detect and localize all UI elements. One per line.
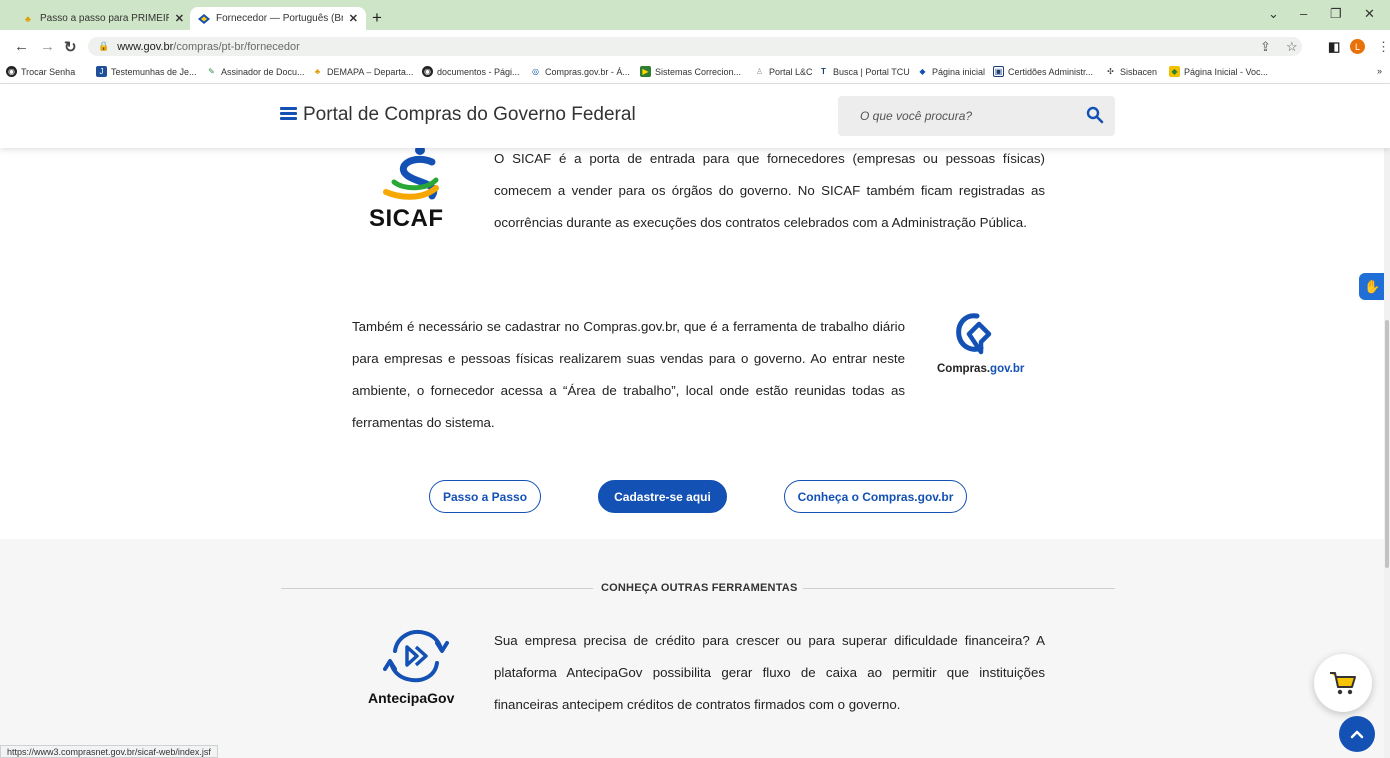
- bookmark-item[interactable]: ◆ Página inicial: [917, 66, 985, 77]
- status-bar-url: https://www3.comprasnet.gov.br/sicaf-web…: [0, 745, 218, 758]
- section-title: CONHEÇA OUTRAS FERRAMENTAS: [601, 582, 798, 594]
- tab-search-chevron-icon[interactable]: ⌄: [1268, 6, 1279, 22]
- bookmark-item[interactable]: ◉ Trocar Senha: [6, 66, 75, 77]
- signature-icon: ✎: [208, 67, 215, 76]
- compras-gov-logo-icon: [956, 313, 992, 355]
- profile-avatar[interactable]: L: [1350, 39, 1365, 54]
- gov-favicon-icon: [198, 13, 210, 25]
- tab-title: Fornecedor — Português (Brasil): [216, 13, 343, 24]
- tcu-icon: T: [821, 67, 826, 76]
- section-divider-left: [281, 588, 593, 589]
- restore-icon[interactable]: ❐: [1330, 6, 1342, 22]
- close-tab-icon[interactable]: ✕: [175, 12, 184, 25]
- section-divider-right: [803, 588, 1115, 589]
- antecipagov-description: Sua empresa precisa de crédito para cres…: [494, 633, 1045, 712]
- kebab-menu-icon[interactable]: ⋮: [1377, 39, 1390, 55]
- reload-icon[interactable]: ↻: [64, 38, 77, 56]
- hamburger-menu-icon[interactable]: [280, 107, 297, 121]
- passo-a-passo-button[interactable]: Passo a Passo: [429, 480, 541, 513]
- bookmark-item[interactable]: ♣ DEMAPA – Departa...: [312, 66, 414, 77]
- bookmark-item[interactable]: ▶ Sistemas Correcion...: [640, 66, 741, 77]
- bookmark-item[interactable]: ◎ Compras.gov.br - Á...: [530, 66, 630, 77]
- address-bar-row: ← → ↻ 🔒 www.gov.br/compras/pt-br/fornece…: [0, 30, 1390, 62]
- unb-favicon-icon: ♣: [25, 13, 31, 24]
- shopping-cart-icon: [1330, 672, 1356, 695]
- compras-gov-logo-text: Compras.gov.br: [937, 363, 1025, 375]
- user-icon: ♙: [755, 67, 764, 76]
- lock-icon: 🔒: [98, 41, 110, 51]
- url-path: /compras/pt-br/fornecedor: [173, 40, 300, 53]
- cadastre-se-button[interactable]: Cadastre-se aqui: [598, 480, 727, 513]
- url-host: www.gov.br: [117, 40, 174, 53]
- globe-icon: ◉: [6, 66, 17, 77]
- compras-icon: ◎: [532, 67, 539, 76]
- bookmark-item[interactable]: ✎ Assinador de Docu...: [206, 66, 304, 77]
- compras-description: Também é necessário se cadastrar no Comp…: [352, 319, 905, 430]
- close-tab-icon[interactable]: ✕: [349, 12, 358, 25]
- certificate-icon: ▣: [993, 66, 1004, 77]
- bookmark-item[interactable]: ♙ Portal L&C: [754, 66, 813, 77]
- vlibras-accessibility-icon[interactable]: ✋: [1359, 273, 1386, 300]
- conheca-compras-button[interactable]: Conheça o Compras.gov.br: [784, 480, 967, 513]
- back-arrow-icon[interactable]: ←: [14, 38, 29, 55]
- bookmark-star-icon[interactable]: ☆: [1286, 39, 1298, 55]
- browser-tab-strip: ♣ Passo a passo para PRIMEIRO AC ✕ Forne…: [0, 0, 1390, 30]
- scrollbar-thumb[interactable]: [1385, 320, 1389, 568]
- bookmarks-bar: ◉ Trocar Senha J Testemunhas de Je... ✎ Ass…: [0, 62, 1390, 84]
- browser-tab-passo-a-passo[interactable]: ♣ Passo a passo para PRIMEIRO AC ✕: [14, 7, 192, 30]
- side-panel-icon[interactable]: ◧: [1328, 39, 1340, 55]
- shopping-cart-button[interactable]: [1314, 654, 1372, 712]
- tab-title: Passo a passo para PRIMEIRO AC: [40, 13, 169, 24]
- new-tab-button[interactable]: +: [372, 8, 382, 28]
- bookmark-item[interactable]: T Busca | Portal TCU: [818, 66, 910, 77]
- antecipagov-logo-text: AntecipaGov: [368, 690, 455, 706]
- search-placeholder: O que você procura?: [860, 109, 973, 123]
- minimize-icon[interactable]: –: [1300, 6, 1307, 21]
- bookmark-item[interactable]: ◆ Página Inicial - Voc...: [1169, 66, 1268, 77]
- back-to-top-button[interactable]: [1339, 716, 1375, 752]
- bookmark-item[interactable]: ✣ Sisbacen: [1105, 66, 1157, 77]
- globe-icon: ◉: [422, 66, 433, 77]
- url-field[interactable]: 🔒 www.gov.br/compras/pt-br/fornecedor: [88, 37, 1302, 56]
- share-icon[interactable]: ⇪: [1260, 39, 1271, 55]
- site-title[interactable]: Portal de Compras do Governo Federal: [303, 104, 636, 126]
- search-input[interactable]: O que você procura?: [838, 96, 1115, 136]
- antecipagov-logo-icon: [383, 630, 449, 683]
- flag-icon: ▶: [640, 66, 651, 77]
- search-icon[interactable]: [1086, 106, 1104, 124]
- sicaf-logo-text: SICAF: [369, 205, 444, 232]
- jw-icon: J: [96, 66, 107, 77]
- brasil-icon: ◆: [1169, 66, 1180, 77]
- bookmark-item[interactable]: ◉ documentos - Pági...: [422, 66, 520, 77]
- sisbacen-icon: ✣: [1107, 67, 1114, 76]
- close-window-icon[interactable]: ✕: [1364, 6, 1375, 22]
- sicaf-description: O SICAF é a porta de entrada para que fo…: [494, 151, 1045, 230]
- bookmarks-overflow-icon[interactable]: »: [1377, 66, 1382, 76]
- bookmark-item[interactable]: J Testemunhas de Je...: [96, 66, 197, 77]
- browser-tab-fornecedor[interactable]: Fornecedor — Português (Brasil) ✕: [190, 7, 366, 30]
- gov-icon: ◆: [919, 67, 926, 76]
- site-header: Portal de Compras do Governo Federal O q…: [0, 84, 1390, 148]
- bookmark-item[interactable]: ▣ Certidões Administr...: [993, 66, 1093, 77]
- chevron-up-icon: [1350, 730, 1364, 739]
- page-scrollbar[interactable]: [1384, 148, 1390, 758]
- unb-icon: ♣: [314, 67, 321, 76]
- forward-arrow-icon[interactable]: →: [40, 38, 55, 55]
